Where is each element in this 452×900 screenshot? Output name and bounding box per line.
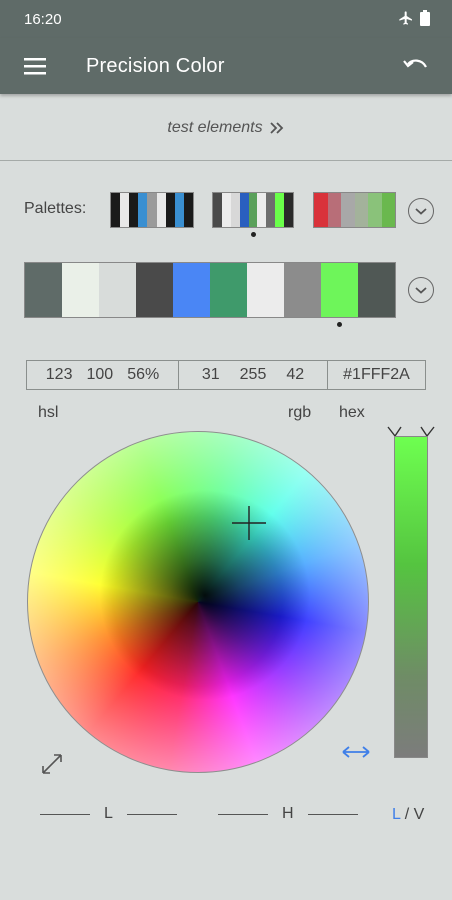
l-slider-track-right: [126, 813, 177, 815]
battery-icon: [420, 10, 430, 26]
mini-palette-swatch: [239, 193, 249, 227]
mini-palette-swatch: [165, 193, 175, 227]
mini-palette-swatch: [354, 193, 368, 227]
menu-button[interactable]: [20, 52, 52, 80]
rgb-label: rgb: [288, 404, 312, 421]
undo-button[interactable]: [400, 52, 432, 80]
mini-palette-swatch: [275, 193, 285, 227]
divider: [0, 160, 452, 161]
palette-swatch[interactable]: [136, 263, 173, 317]
h-slider-track-left: [218, 813, 268, 815]
palettes-label: Palettes:: [24, 200, 87, 217]
airplane-icon: [399, 11, 412, 25]
mini-palette-swatch: [129, 193, 139, 227]
status-bar: 16:20: [0, 0, 452, 38]
hex-value-box[interactable]: #1FFF2A: [327, 360, 426, 390]
mini-palette-swatch: [266, 193, 276, 227]
palette-swatch[interactable]: [210, 263, 247, 317]
mini-palette-swatch: [230, 193, 240, 227]
app-title: Precision Color: [86, 55, 225, 77]
undo-icon: [403, 59, 427, 68]
mini-palette-swatch: [147, 193, 157, 227]
rgb-g-value: 255: [239, 366, 267, 383]
chevron-down-icon: [415, 208, 427, 215]
mini-palette-swatch: [213, 193, 222, 227]
lv-mode-toggle[interactable]: L / V: [392, 806, 424, 824]
palette-swatch[interactable]: [321, 263, 358, 317]
rgb-r-value: 31: [201, 366, 220, 383]
mode-v-option[interactable]: V: [414, 806, 425, 823]
mini-palette-swatch: [341, 193, 355, 227]
palette-swatch[interactable]: [173, 263, 210, 317]
mini-palette-swatch: [156, 193, 166, 227]
l-slider-track-left: [40, 813, 90, 815]
l-control-label: L: [104, 805, 113, 822]
mini-palette-swatch: [183, 193, 193, 227]
expand-icon[interactable]: [40, 752, 64, 776]
h-slider-track-right: [307, 813, 358, 815]
rgb-b-value: 42: [286, 366, 305, 383]
l-control[interactable]: L: [40, 804, 177, 824]
status-icons: [398, 10, 430, 26]
palette-dropdown-button[interactable]: [408, 277, 434, 303]
mini-palette-swatch: [257, 193, 267, 227]
mini-palette-1[interactable]: [110, 192, 194, 228]
palettes-dropdown-button[interactable]: [408, 198, 434, 224]
mini-palette-swatch: [368, 193, 382, 227]
palette-swatch[interactable]: [62, 263, 99, 317]
palette-swatch[interactable]: [247, 263, 284, 317]
mode-separator: /: [400, 806, 414, 823]
palette-swatch[interactable]: [99, 263, 136, 317]
hsl-h-value: 123: [45, 366, 73, 383]
h-control-label: H: [282, 805, 294, 822]
palette-swatch[interactable]: [358, 263, 395, 317]
hsl-l-value: 56%: [127, 366, 160, 383]
mini-palette-swatch: [284, 193, 294, 227]
h-control[interactable]: H: [218, 804, 358, 824]
mini-palette-swatch: [174, 193, 184, 227]
mini-palette-swatch: [138, 193, 148, 227]
hamburger-menu-icon: [24, 58, 46, 75]
lightness-slider[interactable]: [394, 436, 428, 758]
mini-palette-2[interactable]: [212, 192, 294, 228]
double-chevron-right-icon: [269, 122, 283, 134]
test-elements-link[interactable]: test elements: [0, 112, 452, 144]
app-bar: Precision Color: [0, 38, 452, 94]
hex-value: #1FFF2A: [343, 366, 410, 383]
hsl-s-value: 100: [86, 366, 114, 383]
selected-palette-indicator: [251, 232, 256, 237]
hsl-value-box[interactable]: 123 100 56%: [26, 360, 179, 390]
test-elements-label: test elements: [167, 119, 263, 136]
current-palette[interactable]: [24, 262, 396, 318]
hsl-label: hsl: [38, 404, 59, 421]
color-wheel[interactable]: [27, 431, 369, 773]
mini-palette-swatch: [381, 193, 395, 227]
mini-palette-swatch: [248, 193, 258, 227]
crosshair-icon[interactable]: [230, 504, 268, 542]
mini-palette-3[interactable]: [313, 192, 396, 228]
palette-swatch[interactable]: [284, 263, 321, 317]
status-time: 16:20: [24, 11, 62, 28]
mini-palette-swatch: [120, 193, 130, 227]
swap-horizontal-icon[interactable]: [340, 742, 372, 762]
rgb-value-box[interactable]: 31 255 42: [178, 360, 328, 390]
palette-swatch[interactable]: [25, 263, 62, 317]
mini-palette-swatch: [111, 193, 121, 227]
hex-label: hex: [339, 404, 365, 421]
mini-palette-swatch: [327, 193, 341, 227]
mini-palette-swatch: [314, 193, 328, 227]
chevron-down-icon: [415, 287, 427, 294]
selected-swatch-indicator: [337, 322, 342, 327]
mini-palette-swatch: [221, 193, 231, 227]
